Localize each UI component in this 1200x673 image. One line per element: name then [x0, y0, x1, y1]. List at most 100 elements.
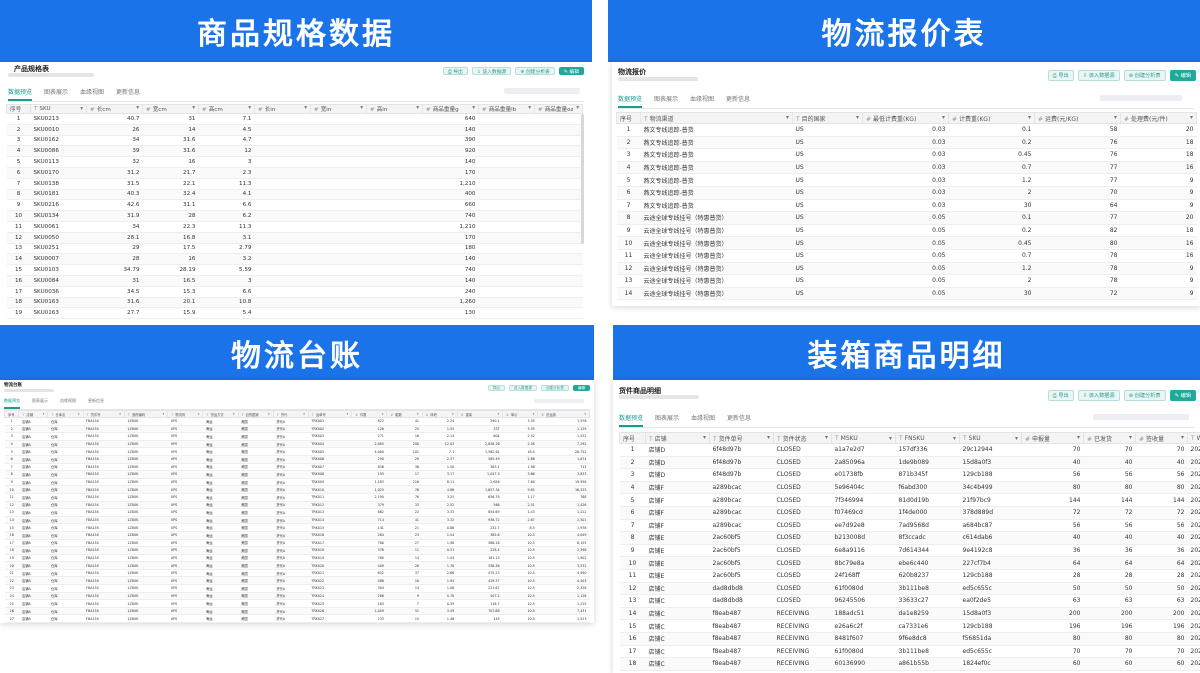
table-row[interactable]: 1 店铺D 6f48d97b CLOSED a1a7e2d7 157df336 29c129… [619, 443, 1200, 457]
tab-update-info[interactable]: 更新信息 [88, 398, 104, 409]
table-row[interactable]: 2 店铺A 仓库 FBA15X 1Z8XK UPS 海运 美国 货代A TRK002 126 25 1.… [4, 425, 590, 434]
table-row[interactable]: 20 店铺A 仓库 FBA15X 1Z8XK UPS 海运 美国 货代A TRK020 409 26 1… [4, 561, 590, 570]
column-header[interactable]: # 长cm ▾ [86, 104, 143, 114]
table-row[interactable]: 16 店铺C f8eab487 RECEIVING 8481f607 9f6e8dc8 f5… [619, 632, 1200, 646]
chevron-down-icon[interactable]: ▾ [417, 412, 419, 416]
column-header[interactable]: # 运费(元/KG) ▾ [1034, 112, 1121, 124]
column-header[interactable]: T 货代 ▾ [272, 410, 309, 418]
search-input[interactable] [534, 399, 584, 403]
table-row[interactable]: 18 店铺C f8eab487 RECEIVING 60136990 a861b55b 18… [619, 657, 1200, 671]
chevron-down-icon[interactable]: ▾ [163, 412, 165, 416]
tab-update-info[interactable]: 更新信息 [116, 87, 140, 101]
chevron-down-icon[interactable]: ▾ [767, 434, 770, 441]
column-header[interactable]: T 追踪编码 ▾ [123, 410, 169, 418]
table-row[interactable]: 13 店铺A 仓库 FBA15X 1Z8XK UPS 海运 美国 货代A TRK013 862 22 3… [4, 508, 590, 517]
column-header[interactable]: T 店铺 ▾ [645, 432, 710, 444]
column-header[interactable]: # 商品重量g ▾ [422, 104, 479, 114]
column-header[interactable]: # 商品重量lb ▾ [478, 104, 535, 114]
table-row[interactable]: 15 SKU0103 34.79 28.19 5.59 740 [6, 264, 583, 276]
table-row[interactable]: 11 云途全球专线挂号（特惠普货） US 0.05 0.7 78 16 [616, 249, 1197, 263]
column-header[interactable]: # 高cm ▾ [198, 104, 255, 114]
table-row[interactable]: 7 SKU0138 31.5 22.1 11.3 1,210 [6, 178, 583, 190]
table-row[interactable]: 7 店铺A 仓库 FBA15X 1Z8XK UPS 海运 美国 货代A TRK007 836 36 1.… [4, 463, 590, 472]
table-row[interactable]: 17 店铺C f8eab487 RECEIVING 61f0080d 3b111be8 ed… [619, 645, 1200, 659]
chevron-down-icon[interactable]: ▾ [78, 412, 80, 416]
table-row[interactable]: 11 店铺A 仓库 FBA15X 1Z8XK UPS 海运 美国 货代A TRK011 2,190 7… [4, 493, 590, 502]
chevron-down-icon[interactable]: ▾ [703, 434, 706, 441]
column-header[interactable]: 序号 [616, 112, 641, 124]
column-header[interactable]: T 物流商 ▾ [167, 410, 204, 418]
table-row[interactable]: 8 云途全球专线挂号（特惠普货） US 0.05 0.1 77 20 [616, 211, 1197, 225]
chevron-down-icon[interactable]: ▾ [248, 106, 251, 112]
table-row[interactable]: 3 SKU0162 34 31.6 4.7 390 [6, 135, 583, 147]
table-row[interactable]: 15 店铺C f8eab487 RECEIVING e26a6c2f ca7331e6 12… [619, 619, 1200, 633]
table-row[interactable]: 3 店铺D 6f48d97b CLOSED e01738fb 871b345f 129cb1… [619, 468, 1200, 482]
chevron-down-icon[interactable]: ▾ [43, 412, 45, 416]
chevron-down-icon[interactable]: ▾ [1190, 114, 1193, 121]
table-row[interactable]: 25 店铺A 仓库 FBA15X 1Z8XK UPS 海运 美国 货代A TRK025 163 7 0.… [4, 599, 590, 608]
import-source-button[interactable]: 该入数据源 [508, 385, 537, 391]
table-row[interactable]: 7 燕文专线追踪-普货 US 0.03 30 64 9 [616, 199, 1197, 213]
table-row[interactable]: 4 店铺F a289bcac CLOSED 5e96404c f6abd300 34c4b4… [619, 481, 1200, 495]
table-row[interactable]: 5 店铺A 仓库 FBA15X 1Z8XK UPS 海运 美国 货代A TRK005 4,080 10… [4, 447, 590, 456]
column-header[interactable]: T SKU ▾ [959, 432, 1022, 444]
tab-data-preview[interactable]: 数据预览 [619, 413, 644, 427]
column-header[interactable]: # 已发货 ▾ [1083, 432, 1136, 444]
column-header[interactable]: # 最低计费重(KG) ▾ [862, 112, 949, 124]
column-header[interactable]: # 重量 ▾ [456, 410, 504, 418]
tab-chart[interactable]: 图表展示 [44, 87, 68, 101]
table-row[interactable]: 9 云途全球专线挂号（特惠普货） US 0.05 0.2 82 18 [616, 224, 1197, 238]
table-row[interactable]: 22 店铺A 仓库 FBA15X 1Z8XK UPS 海运 美国 货代A TRK022 488 18 1… [4, 576, 590, 586]
table-row[interactable]: 16 店铺A 仓库 FBA15X 1Z8XK UPS 海运 美国 货代A TRK016 264 23 1… [4, 531, 590, 540]
export-button[interactable]: ⎙ 导出 [442, 67, 468, 75]
create-analysis-button[interactable]: ⊕ 创建分析表 [515, 67, 555, 75]
table-row[interactable]: 6 SKU0170 31.2 21.7 2.3 170 [6, 167, 583, 179]
column-header[interactable]: T 货件单号 ▾ [709, 432, 774, 444]
chevron-down-icon[interactable]: ▾ [360, 106, 363, 112]
create-analysis-button[interactable]: ⊕ 创建分析表 [1123, 70, 1166, 81]
chevron-down-icon[interactable]: ▾ [192, 106, 195, 112]
table-row[interactable]: 9 SKU0216 42.6 31.1 6.6 660 [6, 199, 583, 212]
edit-button[interactable]: ✎ 编辑 [558, 67, 584, 75]
table-row[interactable]: 13 店铺C dad8dbd8 CLOSED 96245506 33633c27 ea0f2… [619, 594, 1200, 608]
table-row[interactable]: 10 云途全球专线挂号（特惠普货） US 0.05 0.45 80 16 [616, 236, 1197, 250]
chevron-down-icon[interactable]: ▾ [198, 412, 200, 416]
table-row[interactable]: 7 店铺F a289bcac CLOSED ee7d92e8 7ad9568d a684bc… [619, 519, 1200, 533]
table-row[interactable]: 21 店铺A 仓库 FBA15X 1Z8XK UPS 海运 美国 货代A TRK021 652 37 2… [4, 569, 590, 578]
chevron-down-icon[interactable]: ▾ [304, 106, 307, 112]
column-header[interactable]: 序号 [3, 410, 20, 418]
chevron-down-icon[interactable]: ▾ [119, 412, 121, 416]
table-row[interactable]: 26 店铺A 仓库 FBA15X 1Z8XK UPS 海运 美国 货代A TRK026 1,049 5… [4, 607, 590, 616]
column-header[interactable]: TWORK▾ [1187, 432, 1200, 444]
table-row[interactable]: 2 店铺D 6f48d97b CLOSED 2a85096a 1de9b089 15d8a0… [619, 456, 1200, 470]
column-header[interactable]: # 长in ▾ [254, 104, 311, 114]
tab-chart[interactable]: 图表展示 [654, 94, 678, 108]
column-header[interactable]: # 宽cm ▾ [142, 104, 199, 114]
table-row[interactable]: 10 店铺A 仓库 FBA15X 1Z8XK UPS 海运 美国 货代A TRK010 1,025 7… [4, 485, 590, 494]
export-button[interactable]: ⎙ 导出 [1047, 70, 1074, 81]
tab-lineage[interactable]: 血缘视图 [691, 413, 715, 427]
table-row[interactable]: 4 SKU0086 39 31.6 12 920 [6, 145, 583, 158]
search-input[interactable] [1093, 414, 1189, 420]
export-button[interactable]: ⎙ 导出 [1047, 390, 1074, 401]
table-row[interactable]: 3 燕文专线追踪-普货 US 0.03 0.45 76 18 [616, 148, 1197, 162]
table-row[interactable]: 18 SKU0163 31.6 20.1 10.8 1,260 [6, 297, 583, 309]
table-row[interactable]: 18 店铺A 仓库 FBA15X 1Z8XK UPS 海运 美国 货代A TRK018 376 11 0… [4, 546, 590, 555]
column-header[interactable]: T FNSKU ▾ [895, 432, 960, 444]
tab-chart[interactable]: 图表展示 [655, 413, 679, 427]
create-analysis-button[interactable]: ⊕ 创建分析表 [1123, 390, 1166, 401]
chevron-down-icon[interactable]: ▾ [452, 412, 454, 416]
column-header[interactable]: # 计费重(KG) ▾ [948, 112, 1035, 124]
chevron-down-icon[interactable]: ▾ [786, 114, 789, 121]
column-header[interactable]: T 目的国家 ▾ [237, 410, 274, 418]
chevron-down-icon[interactable]: ▾ [472, 106, 475, 112]
chevron-down-icon[interactable]: ▾ [268, 412, 270, 416]
column-header[interactable]: # 体积 ▾ [421, 410, 458, 418]
chevron-down-icon[interactable]: ▾ [584, 412, 586, 416]
table-row[interactable]: 14 云途全球专线挂号（特惠普货） US 0.05 30 72 9 [616, 287, 1197, 301]
column-header[interactable]: T 仓库名 ▾ [47, 410, 84, 418]
tab-chart[interactable]: 图表展示 [32, 398, 48, 409]
table-row[interactable]: 15 店铺A 仓库 FBA15X 1Z8XK UPS 海运 美国 货代A TRK015 141 21 0… [4, 523, 590, 532]
column-header[interactable]: T 运单号 ▾ [307, 410, 353, 418]
column-header[interactable]: # 签收量 ▾ [1135, 432, 1188, 444]
